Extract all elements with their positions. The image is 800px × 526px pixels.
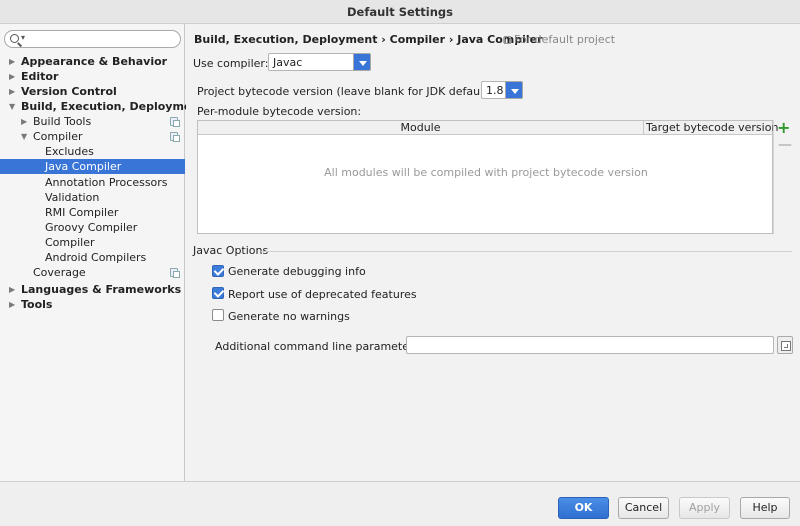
compiler-select-value: Javac — [273, 56, 303, 69]
generate-debugging-info-checkbox[interactable] — [212, 265, 224, 277]
chevron-down-icon[interactable] — [353, 53, 371, 71]
sidebar-item-languages-frameworks[interactable]: ▶ Languages & Frameworks — [0, 282, 185, 297]
expand-arrow-icon[interactable]: ▶ — [9, 297, 15, 312]
breadcrumb: Build, Execution, Deployment › Compiler … — [194, 33, 543, 46]
table-empty-text: All modules will be compiled with projec… — [324, 166, 648, 179]
collapse-arrow-icon[interactable]: ▼ — [9, 99, 15, 114]
sidebar-item-build-execution-deployment[interactable]: ▼ Build, Execution, Deployment — [0, 99, 204, 114]
sidebar-item-version-control[interactable]: ▶ Version Control — [0, 84, 185, 99]
generate-no-warnings-checkbox[interactable] — [212, 309, 224, 321]
search-icon — [10, 34, 19, 43]
sidebar-item-label: Editor — [21, 70, 59, 83]
settings-content-panel: Build, Execution, Deployment › Compiler … — [186, 24, 800, 481]
apply-button[interactable]: Apply — [679, 497, 730, 519]
javac-options-title: Javac Options — [193, 244, 269, 257]
use-compiler-label: Use compiler: — [193, 57, 269, 70]
sidebar-item-label: Annotation Processors — [45, 176, 168, 189]
for-default-project-note: For default project — [504, 33, 615, 46]
sidebar-item-validation[interactable]: Validation — [0, 190, 185, 205]
table-header: Module Target bytecode version — [198, 121, 778, 135]
collapse-arrow-icon[interactable]: ▼ — [21, 129, 27, 144]
table-toolbar: + — — [773, 120, 792, 234]
sidebar-item-label: Compiler — [45, 236, 95, 249]
sidebar-item-label: Compiler — [33, 130, 83, 143]
project-settings-icon — [170, 117, 180, 127]
help-button[interactable]: Help — [740, 497, 790, 519]
report-deprecated-label[interactable]: Report use of deprecated features — [228, 288, 417, 301]
remove-icon[interactable]: — — [778, 138, 792, 152]
group-divider — [261, 251, 792, 252]
chevron-down-icon[interactable] — [505, 81, 523, 99]
sidebar-item-rmi-compiler[interactable]: RMI Compiler — [0, 205, 185, 220]
search-input[interactable]: ▾ — [4, 30, 181, 48]
bytecode-version-label: Project bytecode version (leave blank fo… — [197, 85, 496, 98]
sidebar-item-compiler-sub[interactable]: Compiler — [0, 235, 185, 250]
sidebar-item-label: Appearance & Behavior — [21, 55, 168, 68]
column-divider[interactable] — [643, 121, 644, 135]
sidebar-item-coverage[interactable]: Coverage — [0, 265, 185, 280]
sidebar-item-annotation-processors[interactable]: Annotation Processors — [0, 175, 185, 190]
report-deprecated-checkbox[interactable] — [212, 287, 224, 299]
sidebar-item-label: Build Tools — [33, 115, 92, 128]
search-dropdown-icon[interactable]: ▾ — [21, 33, 25, 42]
sidebar-item-label: Java Compiler — [45, 160, 122, 173]
sidebar-item-build-tools[interactable]: ▶ Build Tools — [0, 114, 185, 129]
add-icon[interactable]: + — [777, 120, 790, 136]
cancel-button[interactable]: Cancel — [618, 497, 669, 519]
sidebar-item-label: Version Control — [21, 85, 117, 98]
expand-arrow-icon[interactable]: ▶ — [9, 69, 15, 84]
compiler-select[interactable]: Javac — [268, 53, 371, 71]
settings-sidebar: ▾ ▶ Appearance & Behavior ▶ Editor ▶ Ver… — [0, 24, 204, 481]
project-settings-icon — [170, 132, 180, 142]
per-module-bytecode-table[interactable]: Module Target bytecode version All modul… — [197, 120, 778, 234]
sidebar-item-label: Validation — [45, 191, 100, 204]
window-title: Default Settings — [0, 0, 800, 24]
sidebar-item-groovy-compiler[interactable]: Groovy Compiler — [0, 220, 185, 235]
expand-field-icon[interactable] — [777, 336, 793, 354]
generate-no-warnings-label[interactable]: Generate no warnings — [228, 310, 350, 323]
sidebar-item-label: Groovy Compiler — [45, 221, 138, 234]
sidebar-item-label: Excludes — [45, 145, 94, 158]
sidebar-item-label: Languages & Frameworks — [21, 283, 182, 296]
bytecode-version-select[interactable]: 1.8 — [481, 81, 523, 99]
expand-arrow-icon[interactable]: ▶ — [9, 54, 15, 69]
column-header-module[interactable]: Module — [198, 121, 643, 134]
sidebar-item-java-compiler[interactable]: Java Compiler — [0, 159, 185, 174]
sidebar-item-label: RMI Compiler — [45, 206, 119, 219]
project-settings-icon — [170, 268, 180, 278]
expand-arrow-icon[interactable]: ▶ — [9, 282, 15, 297]
sidebar-item-label: Build, Execution, Deployment — [21, 100, 205, 113]
sidebar-item-label: Tools — [21, 298, 53, 311]
sidebar-item-appearance-behavior[interactable]: ▶ Appearance & Behavior — [0, 54, 185, 69]
sidebar-item-android-compilers[interactable]: Android Compilers — [0, 250, 185, 265]
expand-arrow-icon[interactable]: ▶ — [21, 114, 27, 129]
dialog-footer: OK Cancel Apply Help — [0, 481, 800, 526]
sidebar-item-excludes[interactable]: Excludes — [0, 144, 185, 159]
column-header-target-bytecode[interactable]: Target bytecode version — [646, 121, 778, 134]
bytecode-version-value: 1.8 — [486, 84, 504, 97]
project-settings-icon — [504, 36, 511, 44]
additional-params-label: Additional command line parameters: — [215, 340, 423, 353]
additional-params-input[interactable] — [406, 336, 774, 354]
for-default-label: For default project — [514, 33, 616, 46]
sidebar-item-editor[interactable]: ▶ Editor — [0, 69, 185, 84]
generate-debugging-info-label[interactable]: Generate debugging info — [228, 265, 366, 278]
sidebar-item-label: Android Compilers — [45, 251, 147, 264]
ok-button[interactable]: OK — [558, 497, 609, 519]
per-module-label: Per-module bytecode version: — [197, 105, 362, 118]
sidebar-item-label: Coverage — [33, 266, 86, 279]
sidebar-item-compiler[interactable]: ▼ Compiler — [0, 129, 185, 144]
sidebar-item-tools[interactable]: ▶ Tools — [0, 297, 185, 312]
expand-arrow-icon[interactable]: ▶ — [9, 84, 15, 99]
